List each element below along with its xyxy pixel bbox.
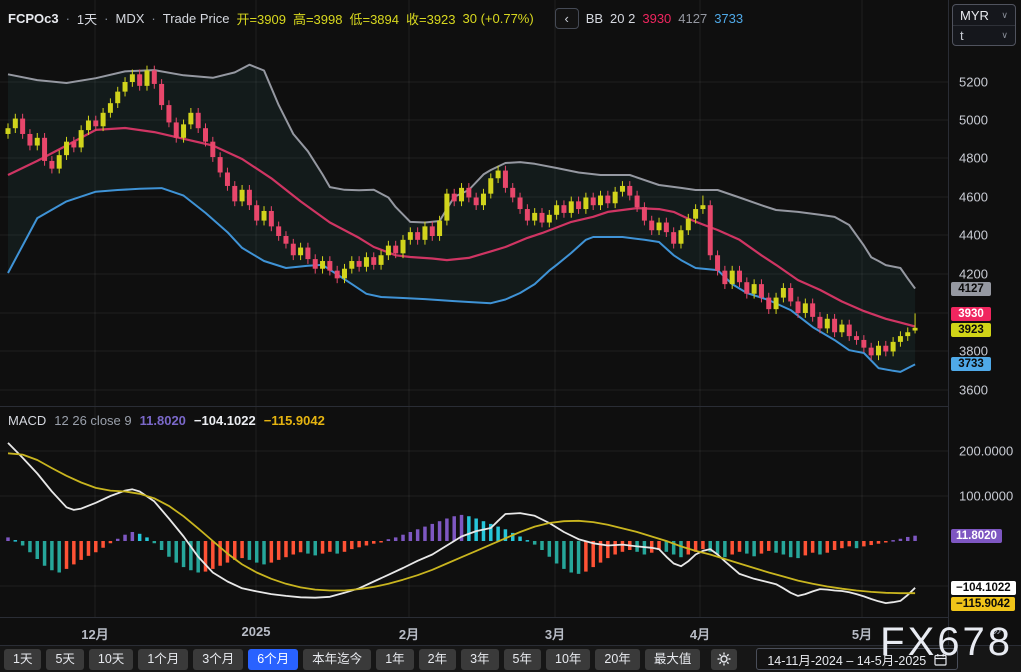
time-tick-5月: 5月 (852, 624, 872, 643)
price-tick-3600: 3600 (959, 383, 988, 398)
chart-region[interactable]: FCPOc3 · 1天 · MDX · Trade Price 开=3909 高… (0, 0, 948, 617)
change-value: 30 (+0.77%) (463, 11, 534, 26)
macd-badge-−104.1022: −104.1022 (951, 581, 1016, 595)
macd-header: MACD 12 26 close 9 11.8020 −104.1022 −11… (8, 413, 325, 428)
symbol-name[interactable]: FCPOc3 (8, 11, 59, 26)
range-button-5天[interactable]: 5天 (46, 649, 83, 670)
price-badge-3930: 3930 (951, 307, 991, 321)
chevron-down-icon: ∨ (1001, 30, 1008, 41)
price-axis[interactable]: MYR ∨ t ∨ 520050004800460044004200380036… (948, 0, 1021, 645)
bottom-toolbar: 1天5天 10天1个月3个月6个月本年迄今1年 2年3年 5年10年20年最大值 14… (0, 645, 1021, 672)
chart-settings-button[interactable] (711, 649, 737, 670)
separator-dot: · (104, 11, 108, 26)
calendar-icon (934, 653, 947, 666)
gear-icon (717, 652, 731, 666)
macd-histogram-layer (6, 515, 917, 574)
price-tick-4200: 4200 (959, 267, 988, 282)
macd-line-value: −104.1022 (194, 413, 256, 428)
range-button-1个月[interactable]: 1个月 (138, 649, 188, 670)
macd-tick-100.0000: 100.0000 (959, 489, 1013, 504)
range-button-6个月[interactable]: 6个月 (248, 649, 298, 670)
bb-params: 20 2 (610, 11, 635, 26)
macd-signal-value: −115.9042 (264, 413, 325, 428)
bb-indicator-name[interactable]: BB (586, 11, 603, 26)
price-badge-4127: 4127 (951, 282, 991, 296)
time-axis[interactable]: 12月 2025 2月 3月 4月 5月 (0, 617, 948, 645)
range-button-3年[interactable]: 3年 (461, 649, 498, 670)
time-tick-2月: 2月 (399, 624, 419, 643)
price-tick-4400: 4400 (959, 228, 988, 243)
bollinger-layer (8, 65, 915, 372)
macd-histogram-value: 11.8020 (140, 413, 186, 428)
price-badge-3733: 3733 (951, 357, 991, 371)
time-tick-2025: 2025 (242, 624, 271, 639)
macd-params: 12 26 close 9 (54, 413, 131, 428)
macd-badge-11.8020: 11.8020 (951, 529, 1002, 543)
macd-indicator-name[interactable]: MACD (8, 413, 46, 428)
time-tick-12月: 12月 (81, 624, 108, 643)
symbol-header: FCPOc3 · 1天 · MDX · Trade Price 开=3909 高… (8, 8, 743, 29)
ohlc-close: 收=3923 (406, 9, 456, 28)
exchange-label: MDX (116, 11, 145, 26)
range-button-1年[interactable]: 1年 (376, 649, 413, 670)
range-button-2年[interactable]: 2年 (419, 649, 456, 670)
ohlc-open: 开=3909 (236, 9, 286, 28)
time-tick-4月: 4月 (690, 624, 710, 643)
currency-value: MYR (960, 8, 989, 23)
range-button-3个月[interactable]: 3个月 (193, 649, 243, 670)
bb-basis-value: 3930 (642, 11, 671, 26)
range-button-1天[interactable]: 1天 (4, 649, 41, 670)
price-tick-5000: 5000 (959, 113, 988, 128)
interval-label[interactable]: 1天 (77, 9, 97, 28)
date-range-picker[interactable]: 14-11月-2024 – 14-5月-2025 (756, 648, 958, 670)
bb-upper-value: 4127 (678, 11, 707, 26)
macd-tick-200.0000: 200.0000 (959, 444, 1013, 459)
macd-badge-−115.9042: −115.9042 (951, 597, 1015, 611)
ohlc-high: 高=3998 (293, 9, 343, 28)
pane-separator[interactable] (0, 406, 948, 407)
range-button-5年[interactable]: 5年 (504, 649, 541, 670)
range-button-最大值[interactable]: 最大值 (645, 649, 701, 670)
currency-unit-selector: MYR ∨ t ∨ (952, 4, 1016, 46)
range-button-本年迄今[interactable]: 本年迄今 (303, 649, 371, 670)
date-range-text: 14-11月-2024 – 14-5月-2025 (767, 650, 926, 669)
range-button-10天[interactable]: 10天 (89, 649, 133, 670)
price-badge-3923: 3923 (951, 323, 991, 337)
range-button-group: 1天5天 10天1个月3个月6个月本年迄今1年 2年3年 5年10年20年最大值 (4, 649, 700, 670)
range-button-10年[interactable]: 10年 (546, 649, 590, 670)
range-button-20年[interactable]: 20年 (595, 649, 639, 670)
currency-dropdown[interactable]: MYR ∨ (953, 5, 1015, 25)
ohlc-low: 低=3894 (349, 9, 399, 28)
unit-value: t (960, 28, 964, 43)
price-type-label: Trade Price (163, 11, 230, 26)
time-tick-3月: 3月 (545, 624, 565, 643)
price-tick-4600: 4600 (959, 190, 988, 205)
trading-chart-app: FCPOc3 · 1天 · MDX · Trade Price 开=3909 高… (0, 0, 1021, 672)
price-tick-4800: 4800 (959, 151, 988, 166)
chart-canvas[interactable] (0, 0, 948, 617)
separator-dot: · (66, 11, 70, 26)
price-tick-5200: 5200 (959, 75, 988, 90)
bb-lower-value: 3733 (714, 11, 743, 26)
chevron-down-icon: ∨ (1001, 10, 1008, 21)
separator-dot: · (151, 11, 155, 26)
unit-dropdown[interactable]: t ∨ (953, 25, 1015, 45)
chevron-left-icon: ‹ (565, 11, 569, 26)
go-to-latest-icon[interactable]: » (993, 622, 1001, 639)
collapse-indicator-button[interactable]: ‹ (555, 8, 579, 29)
